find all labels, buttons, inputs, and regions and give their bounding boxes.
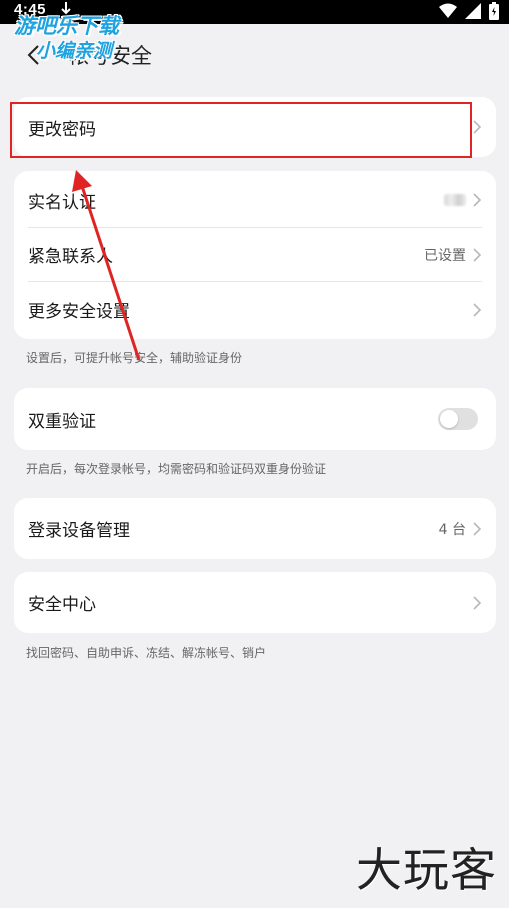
- security-center-card: 安全中心: [14, 572, 496, 633]
- watermark-logo-bottom: 大玩客: [356, 843, 497, 897]
- two-factor-toggle[interactable]: [438, 408, 478, 430]
- more-security-row[interactable]: 更多安全设置: [14, 282, 496, 337]
- device-management-row[interactable]: 登录设备管理 4 台: [14, 498, 496, 559]
- chevron-right-icon: [472, 302, 482, 318]
- devices-card: 登录设备管理 4 台: [14, 498, 496, 559]
- security-center-hint: 找回密码、自助申诉、冻结、解冻帐号、销户: [26, 646, 267, 660]
- status-bar: 4:45: [0, 0, 509, 24]
- emergency-contact-label: 紧急联系人: [28, 247, 113, 267]
- emergency-contact-row[interactable]: 紧急联系人 已设置: [14, 228, 496, 281]
- signal-icon: [465, 3, 481, 23]
- back-arrow-icon[interactable]: [18, 40, 48, 70]
- download-icon: [60, 1, 72, 23]
- chevron-right-icon: [472, 119, 482, 135]
- chevron-right-icon: [472, 192, 482, 208]
- identity-hint: 设置后，可提升帐号安全，辅助验证身份: [26, 351, 243, 365]
- security-center-label: 安全中心: [28, 595, 96, 615]
- security-center-row[interactable]: 安全中心: [14, 572, 496, 633]
- device-count: 4 台: [438, 521, 466, 538]
- battery-icon: [489, 2, 499, 24]
- realname-row[interactable]: 实名认证: [14, 173, 496, 227]
- two-factor-row: 双重验证: [14, 388, 496, 450]
- more-security-label: 更多安全设置: [28, 302, 130, 322]
- wifi-icon: [439, 3, 457, 23]
- emergency-contact-value: 已设置: [424, 247, 466, 264]
- chevron-right-icon: [472, 595, 482, 611]
- identity-card: 实名认证 紧急联系人 已设置 更多安全设置: [14, 171, 496, 339]
- status-time: 4:45: [14, 1, 47, 18]
- two-factor-label: 双重验证: [28, 411, 96, 432]
- change-password-label: 更改密码: [28, 119, 96, 140]
- change-password-row[interactable]: 更改密码: [14, 97, 496, 157]
- toggle-knob: [440, 410, 458, 428]
- realname-status-blurred: [444, 194, 466, 206]
- chevron-right-icon: [472, 247, 482, 263]
- device-management-label: 登录设备管理: [28, 521, 130, 541]
- two-factor-card: 双重验证: [14, 388, 496, 450]
- chevron-right-icon: [472, 521, 482, 537]
- two-factor-hint: 开启后，每次登录帐号，均需密码和验证码双重身份验证: [26, 462, 327, 476]
- realname-label: 实名认证: [28, 192, 96, 213]
- password-card: 更改密码: [14, 97, 496, 157]
- page-title: 帐号安全: [68, 44, 152, 68]
